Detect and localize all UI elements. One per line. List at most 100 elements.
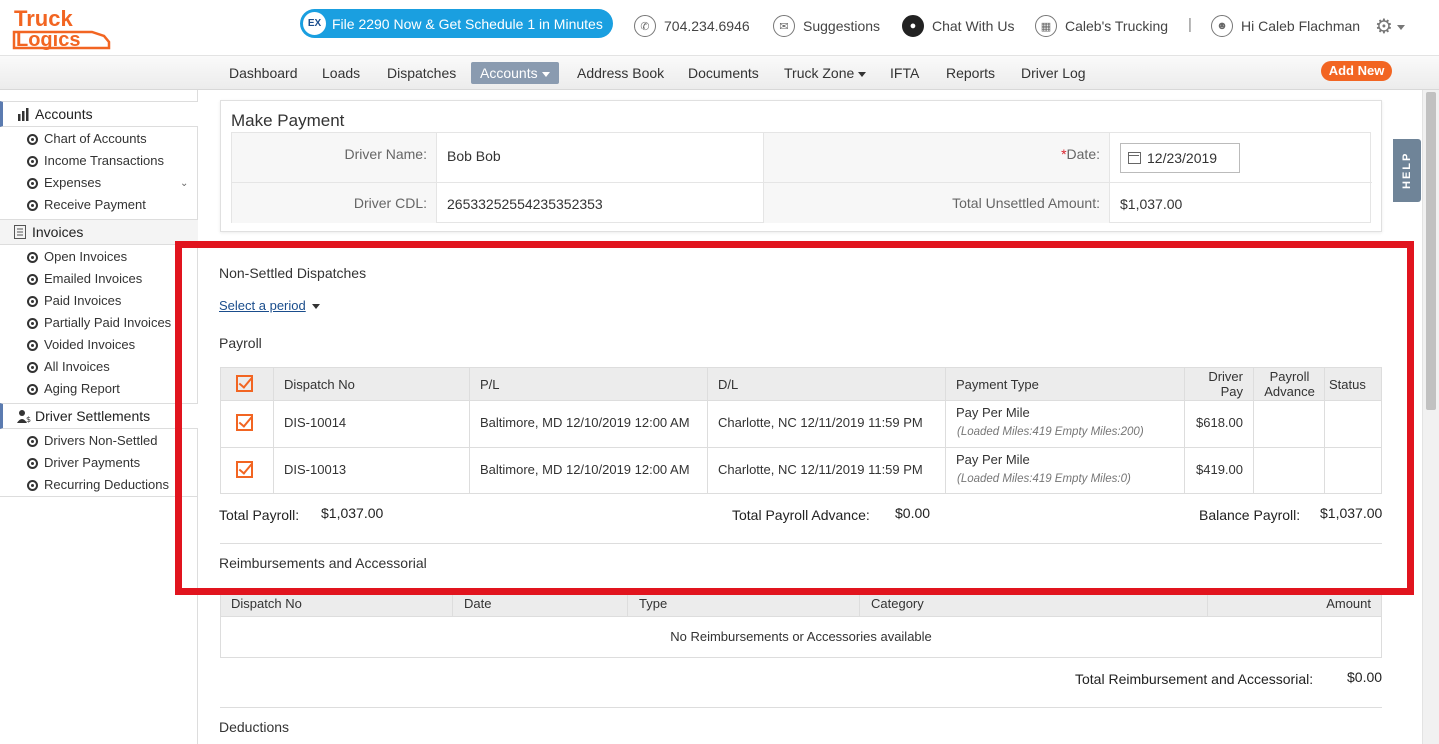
building-icon: ▦ <box>1035 15 1057 37</box>
date-input[interactable]: 12/23/2019 <box>1120 143 1240 173</box>
gear-icon[interactable]: ⚙ <box>1375 14 1405 39</box>
payment-type-detail: (Loaded Miles:419 Empty Miles:0) <box>957 473 1131 485</box>
total-unsettled-label: Total Unsettled Amount: <box>764 183 1110 223</box>
sidebar-section-label: Driver Settlements <box>35 408 151 424</box>
chevron-down-icon[interactable]: ⌄ <box>180 178 188 189</box>
envelope-icon: ✉ <box>773 15 795 37</box>
sidebar-section-invoices[interactable]: Invoices <box>0 219 198 245</box>
sidebar-item-all-invoices[interactable]: All Invoices <box>27 356 110 378</box>
dispatch-no[interactable]: DIS-10013 <box>284 462 346 477</box>
total-unsettled-value: $1,037.00 <box>1120 196 1183 212</box>
sidebar-item-chart-of-accounts[interactable]: Chart of Accounts <box>27 128 147 150</box>
page-title: Make Payment <box>231 111 345 130</box>
nav-truck-zone[interactable]: Truck Zone <box>775 62 875 84</box>
row-checkbox[interactable] <box>236 414 253 431</box>
col-header-driver-pay[interactable]: Driver Pay <box>1185 369 1243 399</box>
driver-cdl-label: Driver CDL: <box>232 183 437 223</box>
nav-dispatches[interactable]: Dispatches <box>378 62 465 84</box>
delivery-location: Charlotte, NC 12/11/2019 11:59 PM <box>718 415 923 430</box>
payroll-title: Payroll <box>219 335 262 351</box>
logo-text-bottom: Logics <box>16 29 80 50</box>
file-2290-promo-button[interactable]: EX File 2290 Now & Get Schedule 1 in Min… <box>300 9 613 38</box>
main-nav: Dashboard Loads Dispatches Accounts Addr… <box>0 56 1439 90</box>
suggestions-label: Suggestions <box>803 18 881 34</box>
select-all-checkbox[interactable] <box>236 375 253 392</box>
suggestions-link[interactable]: ✉ Suggestions <box>773 14 880 38</box>
row-divider <box>221 447 1381 448</box>
nav-documents[interactable]: Documents <box>679 62 768 84</box>
payroll-table: Dispatch No P/L D/L Payment Type Driver P… <box>220 367 1382 494</box>
top-header: Truck Logics EX File 2290 Now & Get Sche… <box>0 0 1439 56</box>
col-header-payroll-advance[interactable]: Payroll Advance <box>1254 369 1325 399</box>
nav-reports[interactable]: Reports <box>937 62 1004 84</box>
driver-dollar-icon: $ <box>17 409 31 423</box>
nav-dashboard[interactable]: Dashboard <box>220 62 307 84</box>
row-checkbox[interactable] <box>236 461 253 478</box>
help-tab[interactable]: HELP <box>1393 139 1421 202</box>
payment-type-detail: (Loaded Miles:419 Empty Miles:200) <box>957 426 1144 438</box>
total-payroll-value: $1,037.00 <box>321 505 384 521</box>
col-header-category[interactable]: Category <box>871 596 924 611</box>
user-menu[interactable]: ☻ Hi Caleb Flachman <box>1211 14 1360 38</box>
sidebar-item-label: Chart of Accounts <box>44 131 147 146</box>
sidebar-item-paid-invoices[interactable]: Paid Invoices <box>27 290 121 312</box>
sidebar-item-driver-payments[interactable]: Driver Payments <box>27 452 140 474</box>
circle-dot-icon <box>27 177 38 189</box>
col-header-driver-pay-line2: Pay <box>1220 384 1243 399</box>
nav-accounts[interactable]: Accounts <box>471 62 559 84</box>
circle-dot-icon <box>27 251 38 263</box>
nav-ifta[interactable]: IFTA <box>881 62 928 84</box>
add-new-button[interactable]: Add New <box>1321 61 1392 81</box>
sidebar-item-income-transactions[interactable]: Income Transactions <box>27 150 164 172</box>
col-header-date[interactable]: Date <box>464 596 491 611</box>
phone-link[interactable]: ✆ 704.234.6946 <box>634 14 750 38</box>
company-link[interactable]: ▦ Caleb's Trucking <box>1035 14 1168 38</box>
nav-driver-log[interactable]: Driver Log <box>1012 62 1095 84</box>
total-payroll-label: Total Payroll: <box>219 507 300 523</box>
col-header-dl[interactable]: D/L <box>718 377 738 392</box>
promo-label: File 2290 Now & Get Schedule 1 in Minute… <box>332 15 603 32</box>
chat-link[interactable]: ● Chat With Us <box>902 14 1014 38</box>
reimbursements-table: Dispatch No Date Type Category Amount No… <box>220 594 1382 658</box>
sidebar-section-accounts[interactable]: Accounts <box>0 101 198 127</box>
sidebar-item-voided-invoices[interactable]: Voided Invoices <box>27 334 135 356</box>
col-header-payroll-advance-line2: Advance <box>1264 384 1315 399</box>
sidebar-item-emailed-invoices[interactable]: Emailed Invoices <box>27 268 142 290</box>
nav-address-book[interactable]: Address Book <box>568 62 673 84</box>
sidebar-item-drivers-non-settled[interactable]: Drivers Non-Settled <box>27 430 157 452</box>
sidebar-item-receive-payment[interactable]: Receive Payment <box>27 194 146 216</box>
col-header-status[interactable]: Status <box>1329 377 1366 392</box>
circle-dot-icon <box>27 383 38 395</box>
sidebar-item-recurring-deductions[interactable]: Recurring Deductions <box>27 474 169 496</box>
sidebar-item-aging-report[interactable]: Aging Report <box>27 378 120 400</box>
sidebar-section-label: Accounts <box>35 106 93 122</box>
expresstrucktax-badge-icon: EX <box>302 11 327 36</box>
sidebar-item-label: Income Transactions <box>44 153 164 168</box>
sidebar-item-expenses[interactable]: Expenses <box>27 172 101 194</box>
sidebar-item-open-invoices[interactable]: Open Invoices <box>27 246 127 268</box>
total-reimbursement-label: Total Reimbursement and Accessorial: <box>1075 671 1314 687</box>
col-header-type[interactable]: Type <box>639 596 667 611</box>
dispatch-no[interactable]: DIS-10014 <box>284 415 346 430</box>
col-header-dispatch-no[interactable]: Dispatch No <box>284 377 355 392</box>
driver-pay: $419.00 <box>1196 462 1243 477</box>
col-header-payroll-advance-line1: Payroll <box>1269 369 1310 384</box>
make-payment-panel: Make Payment Driver Name: Bob Bob *Date:… <box>220 100 1382 232</box>
page-scrollbar[interactable] <box>1422 90 1439 744</box>
sidebar-item-label: Voided Invoices <box>44 337 136 352</box>
circle-dot-icon <box>27 479 38 491</box>
col-header-dispatch-no[interactable]: Dispatch No <box>231 596 302 611</box>
sidebar-section-driver-settlements[interactable]: $ Driver Settlements <box>0 403 198 429</box>
scrollbar-thumb[interactable] <box>1426 92 1436 410</box>
truck-logics-logo[interactable]: Truck Logics <box>12 6 112 50</box>
balance-payroll-value: $1,037.00 <box>1320 505 1383 521</box>
col-header-pl[interactable]: P/L <box>480 377 500 392</box>
col-header-amount[interactable]: Amount <box>1221 596 1371 611</box>
circle-dot-icon <box>27 199 38 211</box>
select-period-dropdown[interactable]: Select a period <box>219 298 320 313</box>
col-header-payment-type[interactable]: Payment Type <box>956 377 1039 392</box>
invoice-icon <box>14 225 28 239</box>
sidebar-item-partially-paid-invoices[interactable]: Partially Paid Invoices <box>27 312 171 334</box>
sidebar-divider <box>0 496 198 497</box>
nav-loads[interactable]: Loads <box>313 62 369 84</box>
